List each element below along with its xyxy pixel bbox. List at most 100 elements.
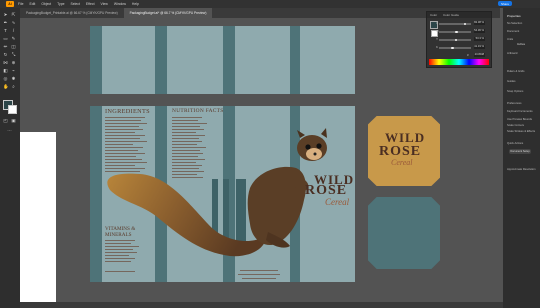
rectangle-tool-icon[interactable]: ▭ [3,36,8,41]
ingredients-heading: INGREDIENTS [105,108,150,115]
tools-panel: ➤ ⇱ ✒ ∿ T / ▭ ✎ ✏ ◫ ↻ ⤡ ⋈ ⊕ ◧ ⌁ ◎ ✱ ✋ ⌕ … [0,8,20,308]
ingredient-line [105,120,141,122]
eraser-tool-icon[interactable]: ◫ [11,44,16,49]
gradient-tool-icon[interactable]: ◧ [3,68,8,73]
channel-k-slider[interactable] [439,46,471,49]
units-label: Units [507,38,514,41]
app-logo: Ai [6,1,14,7]
menu-select[interactable]: Select [70,2,79,6]
keyboard-increment-label: Keyboard Increments [507,110,533,113]
canvas-white-area [20,132,56,308]
channel-m-value[interactable]: 54.36 % [474,29,485,33]
ingredient-line [105,117,145,119]
scale-strokes-checkbox[interactable]: Scale Strokes & Effects [507,130,535,133]
channel-y-slider[interactable] [439,38,471,41]
menu-help[interactable]: Help [132,2,139,6]
channel-m-slider[interactable] [439,30,471,33]
stroke-color-swatch[interactable] [8,105,17,114]
quick-actions-label: Quick Actions [507,142,524,145]
artboard-stripe [223,26,235,94]
squirrel-eye [316,143,322,149]
artboard-stripe [90,26,102,94]
width-tool-icon[interactable]: ⋈ [3,60,8,65]
blend-tool-icon[interactable]: ◎ [3,76,8,81]
tab-color-guide[interactable]: Color Guide [443,13,459,17]
share-button[interactable]: Share [497,1,512,6]
top-artboard[interactable] [90,26,355,94]
color-spectrum[interactable] [429,59,489,65]
approximate-resolution-label: Approximate Resolution [507,168,536,171]
menu-view[interactable]: View [101,2,108,6]
color-panel: Color Color Guide C 82.38 % M 54.36 % Y … [426,11,492,68]
nutrition-line [172,123,207,125]
no-selection-label: No Selection [507,22,523,25]
curvature-tool-icon[interactable]: ∿ [11,20,16,25]
channel-y-value[interactable]: 53.3 % [474,37,485,41]
menu-object[interactable]: Object [41,2,51,6]
menu-type[interactable]: Type [57,2,64,6]
squirrel-ear [297,130,305,138]
more-tools-icon[interactable]: ⋯ [7,128,12,133]
menu-bar: Ai File Edit Object Type Select Effect V… [0,0,540,8]
channel-c-value[interactable]: 82.38 % [474,21,485,25]
symbol-sprayer-tool-icon[interactable]: ✱ [11,76,16,81]
document-label: Document [507,30,520,33]
menu-file[interactable]: File [18,2,23,6]
selection-tool-icon[interactable]: ➤ [3,12,8,17]
pen-tool-icon[interactable]: ✒ [3,20,8,25]
zoom-tool-icon[interactable]: ⌕ [11,84,16,89]
menu-window[interactable]: Window [114,2,126,6]
eyedropper-tool-icon[interactable]: ⌁ [11,68,16,73]
direct-selection-tool-icon[interactable]: ⇱ [11,12,16,17]
channel-y-label: Y [436,37,439,41]
channel-k-value[interactable]: 41.19 % [474,45,485,49]
paintbrush-tool-icon[interactable]: ✎ [11,36,16,41]
channel-k-label: K [436,45,439,49]
properties-title[interactable]: Properties [507,14,521,18]
shape-builder-tool-icon[interactable]: ⊕ [11,60,16,65]
preferences-label: Preferences [507,102,522,105]
tab-printable[interactable]: PackagingBudget_Printable.ai @ 66.67 % (… [20,8,124,18]
drawing-modes-icon[interactable]: ◰ [3,118,8,123]
squirrel-ear [321,128,327,138]
line-tool-icon[interactable]: / [11,28,16,33]
channel-m-knob[interactable] [455,30,458,33]
menu-edit[interactable]: Edit [29,2,35,6]
artboard-stripe [290,26,300,94]
hand-tool-icon[interactable]: ✋ [3,84,9,89]
squirrel-eye [305,144,311,150]
nutrition-line [172,120,198,122]
squirrel-tail [107,173,266,257]
scale-tool-icon[interactable]: ⤡ [11,52,16,57]
snap-options-label: Snap Options [507,90,524,93]
type-tool-icon[interactable]: T [3,28,8,33]
logo-badge[interactable]: WILD ROSE Cereal [368,116,440,186]
pencil-tool-icon[interactable]: ✏ [3,44,8,49]
status-bar [20,302,503,308]
nutrition-line [172,117,202,119]
color-panel-header: Color Color Guide [427,12,491,18]
scale-corners-checkbox[interactable]: Scale Corners [507,124,524,127]
tab-color[interactable]: Color [430,13,437,17]
units-select[interactable]: Inches [517,43,525,46]
properties-panel: Properties No Selection Document Units I… [503,8,540,308]
squirrel-nose [313,152,317,156]
menu-effect[interactable]: Effect [86,2,95,6]
teal-badge[interactable] [368,197,440,269]
nutrition-heading: NUTRITION FACTS [172,108,224,114]
artboard-label: Artboard [507,52,518,55]
side-note-line [242,278,276,280]
channel-c-knob[interactable] [463,22,467,25]
hex-input[interactable]: 2C4548 [474,53,485,57]
tab-packaging[interactable]: PackagingBudget.ai* @ 66.7 % (CMYK/GPU P… [123,8,213,18]
use-preview-bounds-checkbox[interactable]: Use Preview Bounds [507,118,532,121]
screen-mode-icon[interactable]: ▣ [11,118,16,123]
channel-y-knob[interactable] [454,38,458,41]
channel-c-slider[interactable] [439,22,471,25]
channel-k-knob[interactable] [451,46,454,49]
badge-cereal: Cereal [391,158,413,167]
brand-cereal: Cereal [325,197,350,207]
document-setup-button[interactable]: Document Setup [509,149,531,154]
squirrel-illustration[interactable] [100,128,360,278]
rotate-tool-icon[interactable]: ↻ [3,52,8,57]
